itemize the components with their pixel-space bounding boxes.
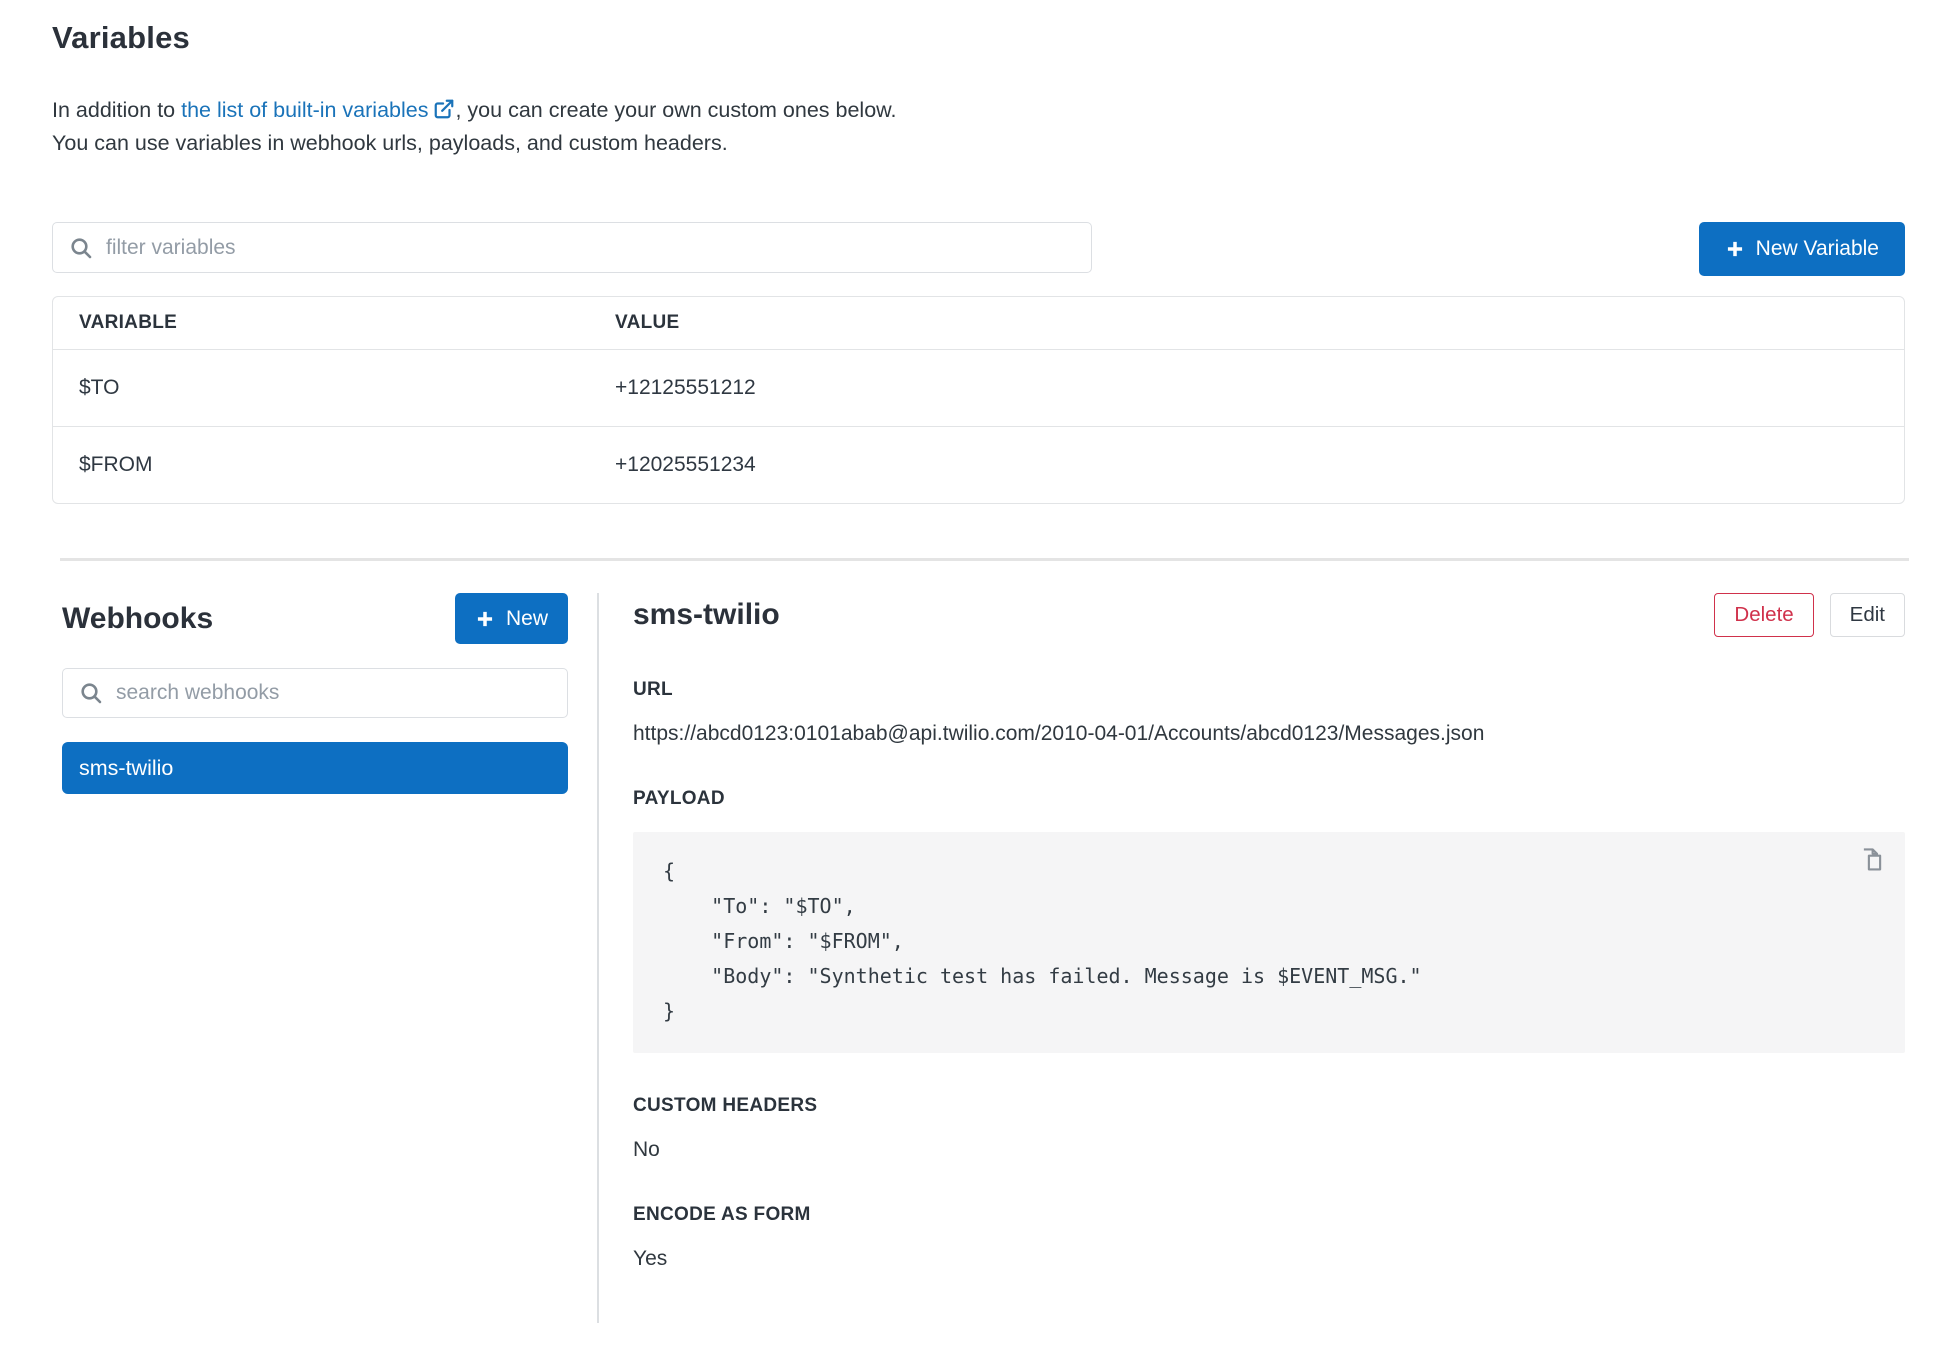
search-icon [79,681,103,705]
webhooks-section: Webhooks New sms-twilio sms-twilio Delet… [52,593,1905,1323]
webhook-detail-title: sms-twilio [633,598,780,632]
search-webhooks-box [62,668,568,718]
variable-value-cell: +12025551234 [589,427,1904,503]
variables-toolbar: New Variable [52,222,1905,276]
delete-button[interactable]: Delete [1714,593,1813,637]
webhooks-title: Webhooks [62,602,213,636]
variable-name-cell: $TO [53,350,589,426]
payload-code-block: { "To": "$TO", "From": "$FROM", "Body": … [633,832,1905,1053]
url-value: https://abcd0123:0101abab@api.twilio.com… [633,722,1905,746]
variables-table: VARIABLE VALUE $TO +12125551212 $FROM +1… [52,296,1905,504]
table-row: $FROM +12025551234 [53,426,1904,503]
encode-as-form-label: ENCODE AS FORM [633,1204,1905,1226]
payload-label: PAYLOAD [633,788,1905,810]
intro-line2: You can use variables in webhook urls, p… [52,131,728,155]
detail-actions: Delete Edit [1714,593,1905,637]
filter-variables-input[interactable] [106,236,1077,260]
new-webhook-button[interactable]: New [455,593,568,644]
variable-value-cell: +12125551212 [589,350,1904,426]
intro-suffix: , you can create your own custom ones be… [455,98,896,122]
webhook-detail-header: sms-twilio Delete Edit [633,593,1905,637]
filter-variables-box [52,222,1092,273]
column-header-value: VALUE [589,297,1904,349]
intro-prefix: In addition to [52,98,181,122]
webhooks-list-panel: Webhooks New sms-twilio [62,593,568,1323]
builtin-variables-link[interactable]: the list of built-in variables [181,98,455,122]
webhook-detail-panel: sms-twilio Delete Edit URL https://abcd0… [597,593,1905,1323]
encode-as-form-value: Yes [633,1247,1905,1271]
webhook-list-item-sms-twilio[interactable]: sms-twilio [62,742,568,794]
plus-icon [1725,239,1745,259]
copy-button[interactable] [1855,844,1889,878]
external-link-icon [433,98,455,120]
webhooks-list-header: Webhooks New [62,593,568,644]
payload-code: { "To": "$TO", "From": "$FROM", "Body": … [663,854,1875,1029]
new-variable-button[interactable]: New Variable [1699,222,1905,276]
copy-icon [1857,845,1887,875]
plus-icon [475,609,495,629]
search-icon [69,236,93,260]
table-row: $TO +12125551212 [53,349,1904,426]
edit-button[interactable]: Edit [1830,593,1905,637]
url-label: URL [633,679,1905,701]
page-title: Variables [52,20,1905,56]
column-header-variable: VARIABLE [53,297,589,349]
custom-headers-label: CUSTOM HEADERS [633,1095,1905,1117]
custom-headers-value: No [633,1138,1905,1162]
variable-name-cell: $FROM [53,427,589,503]
webhooks-settings-page: Variables In addition to the list of bui… [0,0,1959,1323]
section-divider [60,558,1909,561]
intro-text: In addition to the list of built-in vari… [52,94,1905,160]
variables-table-header: VARIABLE VALUE [53,297,1904,349]
search-webhooks-input[interactable] [116,681,553,705]
